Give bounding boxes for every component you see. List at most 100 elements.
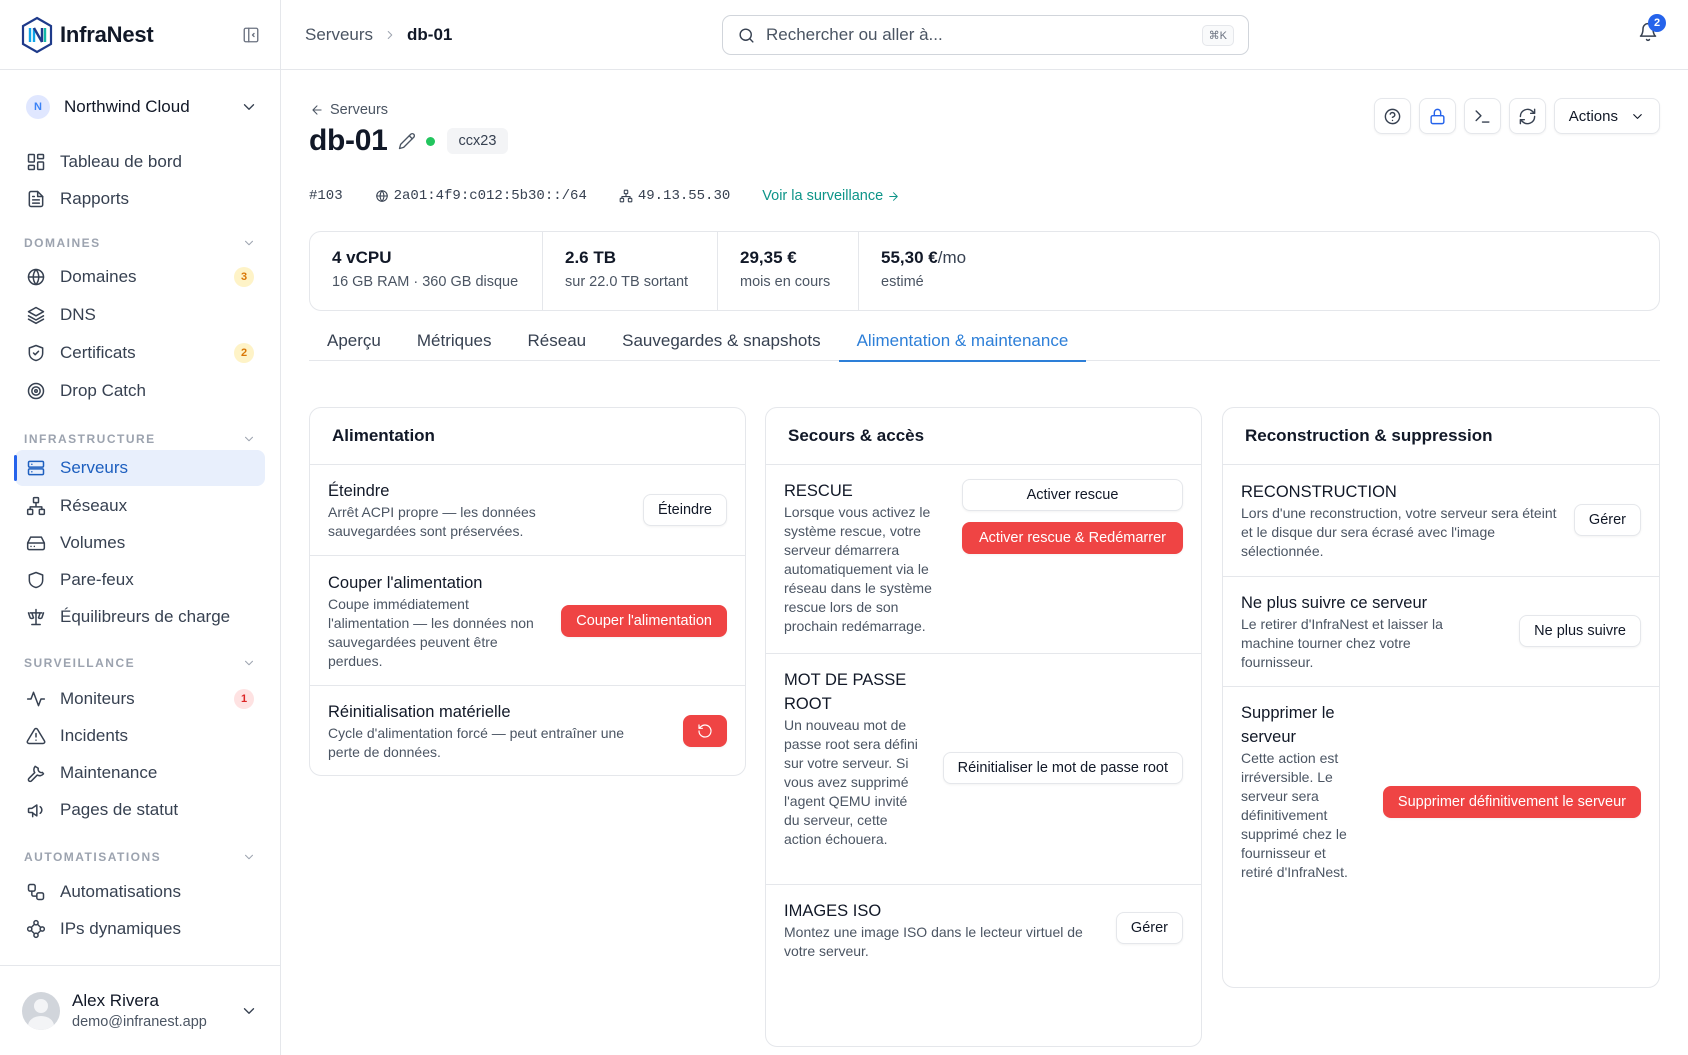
server-stats: 4 vCPU 16 GB RAM · 360 GB disque 2.6 TB … xyxy=(309,231,1660,311)
row-description: Montez une image ISO dans le lecteur vir… xyxy=(784,924,1083,959)
stat-value: 55,30 €/mo xyxy=(881,248,1637,268)
ipv4-item: 49.13.55.30 xyxy=(619,188,730,204)
root-password-row: MOT DE PASSE ROOT Un nouveau mot de pass… xyxy=(766,654,1201,885)
sidebar-item-drop-catch[interactable]: Drop Catch xyxy=(15,372,265,410)
row-description: Arrêt ACPI propre — les données sauvegar… xyxy=(328,504,536,539)
count-badge: 3 xyxy=(234,267,254,287)
breadcrumb-current: db-01 xyxy=(407,24,453,44)
chevron-down-icon xyxy=(240,98,258,116)
untrack-text: Ne plus suivre ce serveur Le retirer d'I… xyxy=(1241,591,1481,672)
report-icon xyxy=(26,189,46,209)
chevron-down-icon xyxy=(242,850,256,864)
sidebar-item-servers[interactable]: Serveurs xyxy=(14,450,265,486)
sidebar-item-automations[interactable]: Automatisations xyxy=(15,873,265,911)
rescue-text: RESCUE Lorsque vous activez le système r… xyxy=(784,479,944,636)
poweroff-button[interactable]: Couper l'alimentation xyxy=(561,605,727,637)
sidebar-item-label: Tableau de bord xyxy=(60,152,182,171)
refresh-button[interactable] xyxy=(1508,98,1546,134)
sidebar-item-certificates[interactable]: Certificats 2 xyxy=(15,334,265,372)
manage-iso-button[interactable]: Gérer xyxy=(1115,912,1183,944)
hard-reset-text: Réinitialisation matérielle Cycle d'alim… xyxy=(328,700,658,762)
section-header-automations[interactable]: AUTOMATISATIONS xyxy=(0,829,280,872)
delete-server-row: Supprimer le serveur Cette action est ir… xyxy=(1223,687,1659,917)
poweroff-row: Couper l'alimentation Coupe immédiatemen… xyxy=(310,556,745,686)
reset-root-password-button[interactable]: Réinitialiser le mot de passe root xyxy=(942,752,1183,784)
nav-top: Tableau de bord Rapports xyxy=(0,143,280,218)
sidebar: InfraNest N Northwind Cloud Tableau de b… xyxy=(0,0,281,1055)
section-header-domains[interactable]: DOMAINES xyxy=(0,218,280,258)
monitoring-link[interactable]: Voir la surveillance xyxy=(762,188,900,204)
shield-check-icon xyxy=(26,343,46,363)
row-description: Cette action est irréversible. Le serveu… xyxy=(1241,750,1348,880)
sidebar-item-incidents[interactable]: Incidents xyxy=(15,717,265,755)
network-icon xyxy=(26,496,46,516)
search-shortcut: ⌘K xyxy=(1201,24,1234,46)
lock-button[interactable] xyxy=(1418,98,1456,134)
back-link[interactable]: Serveurs xyxy=(310,102,388,118)
megaphone-icon xyxy=(26,800,46,820)
row-title: MOT DE PASSE ROOT xyxy=(784,671,907,713)
stat-label: 16 GB RAM · 360 GB disque xyxy=(332,274,519,290)
logo-row: InfraNest xyxy=(0,0,280,70)
rebuild-row: RECONSTRUCTION Lors d'une reconstruction… xyxy=(1223,465,1659,577)
breadcrumb-servers[interactable]: Serveurs xyxy=(305,25,373,45)
sidebar-item-volumes[interactable]: Volumes xyxy=(15,524,265,562)
delete-server-text: Supprimer le serveur Cette action est ir… xyxy=(1241,701,1361,882)
sidebar-collapse-icon[interactable] xyxy=(242,26,260,44)
row-title: Ne plus suivre ce serveur xyxy=(1241,594,1428,612)
terminal-icon xyxy=(1473,107,1492,126)
hard-reset-button[interactable] xyxy=(683,715,727,747)
row-title: Supprimer le serveur xyxy=(1241,704,1335,746)
untrack-button[interactable]: Ne plus suivre xyxy=(1519,615,1641,647)
sidebar-item-dashboard[interactable]: Tableau de bord xyxy=(15,143,265,181)
sidebar-item-networks[interactable]: Réseaux xyxy=(15,487,265,525)
sidebar-item-load-balancers[interactable]: Équilibreurs de charge xyxy=(15,598,265,636)
org-switcher[interactable]: N Northwind Cloud xyxy=(0,70,280,144)
pencil-icon[interactable] xyxy=(398,132,416,150)
enable-rescue-reboot-button[interactable]: Activer rescue & Redémarrer xyxy=(962,522,1183,554)
rebuild-card: Reconstruction & suppression RECONSTRUCT… xyxy=(1222,407,1660,988)
help-button[interactable] xyxy=(1373,98,1411,134)
sidebar-item-maintenance[interactable]: Maintenance xyxy=(15,754,265,792)
rescue-card: Secours & accès RESCUE Lorsque vous acti… xyxy=(765,407,1202,1047)
page-title: db-01 xyxy=(309,124,388,157)
user-menu[interactable]: Alex Rivera demo@infranest.app xyxy=(0,965,280,1055)
waypoints-icon xyxy=(26,919,46,939)
sidebar-item-label: Certificats xyxy=(60,343,136,362)
row-description: Le retirer d'InfraNest et laisser la mac… xyxy=(1241,616,1443,670)
sidebar-item-firewalls[interactable]: Pare-feux xyxy=(15,561,265,599)
tab-overview[interactable]: Aperçu xyxy=(309,331,399,361)
tab-backups[interactable]: Sauvegardes & snapshots xyxy=(604,331,838,361)
avatar xyxy=(22,991,60,1030)
card-title: Secours & accès xyxy=(766,408,1201,465)
tab-power-maintenance[interactable]: Alimentation & maintenance xyxy=(838,331,1087,362)
enable-rescue-button[interactable]: Activer rescue xyxy=(962,479,1183,511)
globe-icon xyxy=(375,189,394,203)
actions-dropdown[interactable]: Actions xyxy=(1553,98,1660,134)
sidebar-item-reports[interactable]: Rapports xyxy=(15,180,265,218)
manage-rebuild-button[interactable]: Gérer xyxy=(1573,504,1641,536)
shutdown-button[interactable]: Éteindre xyxy=(642,494,727,526)
power-card: Alimentation Éteindre Arrêt ACPI propre … xyxy=(309,407,746,776)
delete-server-button[interactable]: Supprimer définitivement le serveur xyxy=(1382,786,1641,818)
user-info: Alex Rivera demo@infranest.app xyxy=(72,991,207,1030)
poweroff-text: Couper l'alimentation Coupe immédiatemen… xyxy=(328,571,548,671)
sidebar-item-dns[interactable]: DNS xyxy=(15,296,265,334)
main-content: Serveurs db-01 ccx23 #103 2a01:4f9:c012:… xyxy=(281,70,1688,1055)
sidebar-item-dynamic-ips[interactable]: IPs dynamiques xyxy=(15,910,265,948)
section-header-infrastructure[interactable]: INFRASTRUCTURE xyxy=(0,410,280,454)
stat-label: sur 22.0 TB sortant xyxy=(565,274,689,290)
chevron-down-icon xyxy=(242,656,256,670)
sidebar-item-monitors[interactable]: Moniteurs 1 xyxy=(15,680,265,718)
stat-value-text: 4 vCPU xyxy=(332,248,392,267)
tab-network[interactable]: Réseau xyxy=(510,331,605,361)
tab-metrics[interactable]: Métriques xyxy=(399,331,510,361)
sidebar-item-status-pages[interactable]: Pages de statut xyxy=(15,791,265,829)
sidebar-item-domains[interactable]: Domaines 3 xyxy=(15,258,265,296)
stat-value-text: 29,35 € xyxy=(740,248,797,267)
notifications-button[interactable]: 2 xyxy=(1638,14,1666,42)
section-header-monitoring[interactable]: SURVEILLANCE xyxy=(0,636,280,678)
search-placeholder: Rechercher ou aller à... xyxy=(766,25,943,44)
console-button[interactable] xyxy=(1463,98,1501,134)
search-input[interactable]: Rechercher ou aller à... ⌘K xyxy=(722,15,1249,55)
